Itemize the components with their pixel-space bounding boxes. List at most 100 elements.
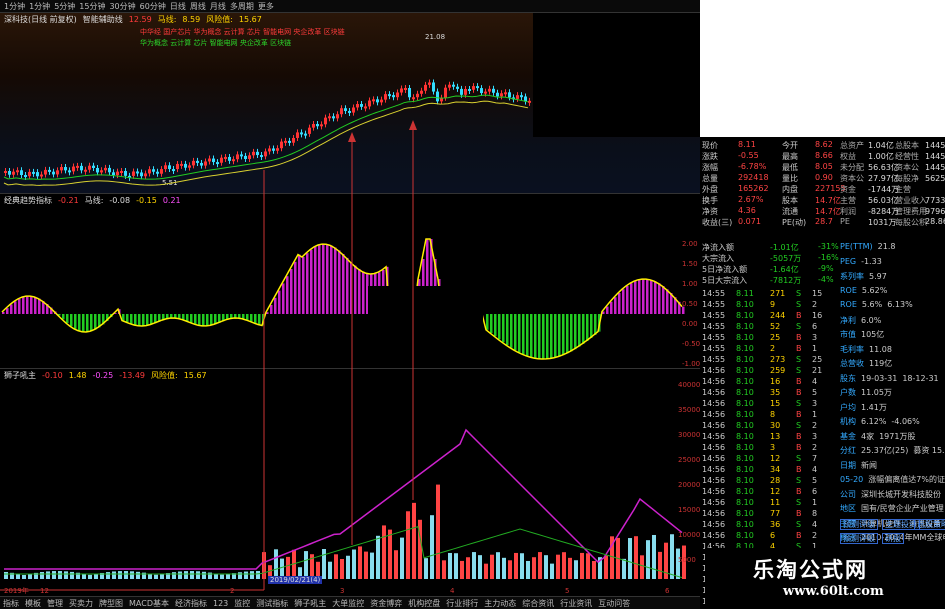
indicator-tab[interactable]: 测试指标 [256, 598, 288, 609]
candle-body [144, 173, 147, 177]
info-cell: 119亿 [869, 359, 893, 368]
trend-bar [206, 314, 209, 326]
trade-cell: B [796, 410, 802, 419]
candle-body [456, 86, 459, 89]
trade-cell: 2 [812, 300, 818, 309]
watermark-url: www.60lt.com [783, 584, 884, 599]
candle-body [328, 116, 331, 119]
indicator-tab[interactable]: 主力动态 [484, 598, 516, 609]
period-tab[interactable]: 30分钟 [109, 1, 135, 12]
candle-body [372, 99, 375, 102]
quote-cell: 涨跌 [702, 152, 718, 161]
trade-cell: 244 [770, 311, 786, 320]
info-button[interactable]: 研报 [882, 533, 904, 544]
trend-bar [570, 314, 573, 352]
period-tab[interactable]: 1分钟 [29, 1, 50, 12]
trend-bar [514, 314, 517, 351]
candle-body [88, 165, 91, 170]
trend-bar [138, 314, 141, 326]
info-cell: 涨幅偏离值达7%的证券 [868, 475, 945, 484]
indicator-tab[interactable]: 资金博弈 [370, 598, 402, 609]
trade-cell: 8.10 [736, 300, 754, 309]
volume-bar [562, 552, 566, 579]
period-tab[interactable]: 5分钟 [54, 1, 75, 12]
indicator-tab[interactable]: 123 [213, 599, 228, 608]
indicator-tab[interactable]: 指标 [3, 598, 19, 609]
indicator-tab[interactable]: 经济指标 [175, 598, 207, 609]
fin-cell: 5625万 [925, 174, 945, 183]
quote-cell: 今开 [782, 141, 798, 150]
volume-bar [250, 571, 254, 579]
info-button[interactable]: 预测评级 [840, 533, 878, 544]
trade-cell: S [796, 520, 802, 529]
indicator-tab[interactable]: 买卖力 [69, 598, 93, 609]
trend-bar [74, 314, 77, 329]
trade-cell: 28 [770, 476, 781, 485]
info-row: 日期 新闻 [840, 460, 945, 472]
info-cell: PE(TTM) [840, 242, 873, 251]
volume-bar [412, 502, 416, 579]
candle-body [388, 94, 391, 97]
indicator-tab[interactable]: 监控 [234, 598, 250, 609]
info-button[interactable]: 预测评级 [840, 519, 878, 530]
trend-bar [290, 269, 293, 314]
trade-cell: 8.11 [736, 289, 754, 298]
candle-body [500, 93, 503, 97]
indicator-tab[interactable]: 狮子吼主 [294, 598, 326, 609]
volume-bar [640, 555, 644, 579]
period-tab[interactable]: 60分钟 [140, 1, 166, 12]
trade-cell: 7 [812, 454, 818, 463]
volume-bar [238, 572, 242, 579]
indicator-tab[interactable]: 大单监控 [332, 598, 364, 609]
volume-bar [118, 571, 122, 579]
trend-bar [646, 279, 649, 314]
trade-cell: 8.10 [736, 432, 754, 441]
info-cell: 基金 [840, 431, 856, 441]
indicator-tab[interactable]: MACD基本 [129, 598, 169, 609]
volume-bar [466, 557, 470, 579]
fin-cell: 主营 [840, 196, 856, 205]
trade-cell: 14:56 [702, 476, 726, 485]
candle-body [168, 165, 171, 170]
volume-bar [256, 571, 260, 579]
info-cell: 6.0% [861, 315, 882, 325]
period-tab[interactable]: 周线 [190, 1, 206, 12]
indicator-tab[interactable]: 综合资讯 [522, 598, 554, 609]
period-tab[interactable]: 更多 [258, 1, 274, 12]
trend-axis-tick: -0.50 [682, 340, 700, 348]
candle-body [340, 108, 343, 115]
trade-cell: 12 [770, 454, 781, 463]
trend-bar [242, 314, 245, 319]
trade-cell: 14:55 [702, 300, 726, 309]
period-tab[interactable]: 多周期 [230, 1, 254, 12]
candle-body [312, 124, 315, 128]
volume-bar [154, 574, 158, 579]
indicator-tab[interactable]: 互动问答 [598, 598, 630, 609]
trade-cell: 9 [770, 300, 776, 309]
period-tab[interactable]: 月线 [210, 1, 226, 12]
candle-body [136, 171, 139, 174]
indicator-tab[interactable]: 牌型图 [99, 598, 123, 609]
period-tab[interactable]: 1分钟 [4, 1, 25, 12]
date-axis-label: 4 [450, 587, 455, 595]
date-axis-label: 3 [340, 587, 344, 595]
trade-cell: 8.10 [736, 443, 754, 452]
volume-bar [430, 515, 434, 579]
period-tab[interactable]: 日线 [170, 1, 186, 12]
indicator-tab[interactable]: 模板 [25, 598, 41, 609]
trade-cell: B [796, 531, 802, 540]
indicator-tab[interactable]: 管理 [47, 598, 63, 609]
volume-panel: 狮子吼主 -0.10 1.48 -0.25 -13.49 风险值: 15.67 … [0, 368, 700, 596]
trend-bar [590, 314, 593, 338]
trade-cell: B [796, 443, 802, 452]
candle-body [332, 116, 335, 119]
period-tab[interactable]: 15分钟 [79, 1, 105, 12]
candle-body [288, 140, 291, 143]
trend-bar [14, 301, 17, 314]
indicator-tab[interactable]: 机构控盘 [408, 598, 440, 609]
volume-bar [460, 560, 464, 579]
indicator-tab[interactable]: 行业排行 [446, 598, 478, 609]
volume-bar [580, 552, 584, 579]
info-button[interactable]: 选股策略 [914, 519, 945, 530]
indicator-tab[interactable]: 行业资讯 [560, 598, 592, 609]
